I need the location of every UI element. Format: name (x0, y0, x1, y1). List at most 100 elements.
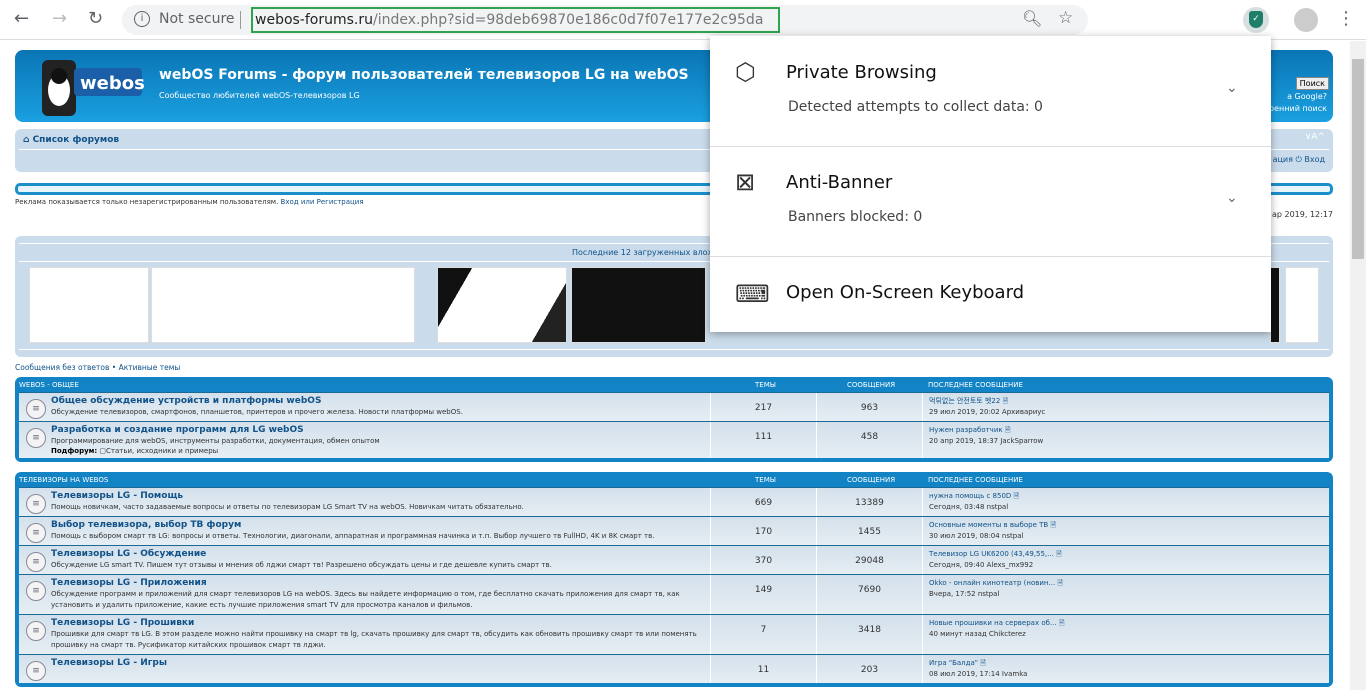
view-post-icon[interactable]: 🗎 (1050, 521, 1056, 529)
subforum-link[interactable]: Статьи, исходники и примеры (106, 447, 218, 455)
forum-row: ≡ Телевизоры LG - Приложения Обсуждение … (19, 574, 1329, 614)
view-post-icon[interactable]: 🗎 (1003, 397, 1009, 405)
last-post-meta: 30 июл 2019, 08:04 nstpal (929, 532, 1024, 540)
security-extension-button[interactable]: ✓ (1243, 7, 1269, 33)
keyboard-item[interactable]: ⌨ Open On-Screen Keyboard (710, 256, 1271, 332)
view-post-icon[interactable]: 🗎 (1057, 579, 1063, 587)
anti-banner-item[interactable]: ⊠ Anti-Banner Banners blocked: 0 ⌄ (710, 146, 1271, 256)
last-post-meta: 20 апр 2019, 18:37 JackSparrow (929, 437, 1044, 445)
login-link[interactable]: ация ⏻ Вход (1273, 155, 1325, 165)
last-post-link[interactable]: нужна помощь с 850D (929, 492, 1011, 500)
last-post-link[interactable]: Нужен разработчик (929, 426, 1003, 434)
forward-icon[interactable]: → (52, 8, 67, 29)
bookmark-star-icon[interactable]: ☆ (1058, 8, 1073, 28)
forum-title-link[interactable]: Разработка и создание программ для LG we… (51, 425, 710, 435)
forum-read-icon: ≡ (26, 581, 46, 601)
forum-row: ≡ Разработка и создание программ для LG … (19, 421, 1329, 458)
forum-read-icon: ≡ (26, 621, 46, 641)
address-bar[interactable]: i Not secure webos-forums.ru/index.php?s… (122, 5, 1088, 35)
google-search-checkbox[interactable]: а Google? (1287, 92, 1327, 101)
attachment-thumbnail[interactable] (29, 267, 149, 343)
forum-description: Помощь новичкам, часто задаваемые вопрос… (51, 503, 524, 511)
private-browsing-item[interactable]: ⬡ Private Browsing Detected attempts to … (710, 36, 1271, 146)
scrollbar-thumb[interactable] (1352, 59, 1364, 259)
forum-description: Программирование для webOS, инструменты … (51, 437, 380, 445)
not-secure-label[interactable]: Not secure (159, 11, 235, 27)
quick-links[interactable]: Сообщения без ответов • Активные темы (15, 363, 180, 372)
view-post-icon[interactable]: 🗎 (980, 659, 986, 667)
forum-title-link[interactable]: Телевизоры LG - Обсуждение (51, 549, 710, 559)
current-date: ар 2019, 12:17 (1271, 210, 1333, 219)
view-post-icon[interactable]: 🗎 (1014, 492, 1020, 500)
item-title: Anti-Banner (786, 172, 893, 193)
last-post-link[interactable]: Okko - онлайн кинотеатр (новин... (929, 579, 1055, 587)
attachment-thumbnail[interactable] (1270, 267, 1280, 343)
forum-description: Обсуждение программ и приложений для сма… (51, 590, 680, 609)
reload-icon[interactable]: ↻ (88, 8, 103, 29)
shield-icon: ✓ (1249, 11, 1263, 28)
view-post-icon[interactable]: 🗎 (1056, 550, 1062, 558)
last-post-meta: Сегодня, 09:40 Alexs_mx992 (929, 561, 1034, 569)
item-subtitle: Detected attempts to collect data: 0 (788, 99, 1043, 115)
view-post-icon[interactable]: 🗎 (1005, 426, 1011, 434)
topic-count: 170 (711, 517, 817, 545)
forum-description: Прошивки для смарт тв LG. В этом разделе… (51, 630, 697, 649)
extension-popup: ⬡ Private Browsing Detected attempts to … (710, 36, 1271, 332)
menu-icon[interactable]: ⋮ (1337, 8, 1355, 29)
post-count: 13389 (817, 488, 923, 516)
forum-category: ТЕЛЕВИЗОРЫ НА WEBOS ТЕМЫ СООБЩЕНИЯ ПОСЛЕ… (15, 472, 1333, 687)
chevron-down-icon[interactable]: ⌄ (1226, 190, 1238, 206)
ad-text: Реклама показывается только незарегистри… (15, 198, 279, 206)
back-icon[interactable]: ← (14, 8, 29, 29)
topic-count: 111 (711, 422, 817, 458)
scrollbar[interactable] (1350, 41, 1366, 690)
forum-title-link[interactable]: Телевизоры LG - Прошивки (51, 618, 710, 628)
item-title: Open On-Screen Keyboard (786, 282, 1025, 303)
search-button[interactable]: Поиск (1295, 77, 1329, 90)
post-count: 963 (817, 393, 923, 421)
attachment-thumbnail[interactable] (151, 267, 415, 343)
post-count: 458 (817, 422, 923, 458)
view-post-icon[interactable]: 🗎 (1059, 619, 1065, 627)
site-title[interactable]: webOS Forums - форум пользователей телев… (159, 67, 689, 83)
profile-avatar[interactable] (1294, 8, 1318, 32)
topic-count: 370 (711, 546, 817, 574)
forum-title-link[interactable]: Телевизоры LG - Помощь (51, 491, 710, 501)
site-subtitle: Сообщество любителей webOS-телевизоров L… (159, 91, 360, 100)
forum-read-icon: ≡ (26, 661, 46, 681)
font-size-toggle[interactable]: ∨A^ (1305, 132, 1325, 142)
post-count: 1455 (817, 517, 923, 545)
post-count: 7690 (817, 575, 923, 614)
url-path: /index.php?sid=98deb69870e186c0d7f07e177… (373, 12, 764, 28)
last-post-link[interactable]: 먹튀없는 안전토토 벳22 (929, 397, 1000, 405)
last-post-meta: 40 минут назад Chikcterez (929, 630, 1026, 638)
info-icon[interactable]: i (134, 11, 150, 27)
last-post-meta: 08 июл 2019, 17:14 Ivamka (929, 670, 1028, 678)
forum-title-link[interactable]: Общее обсуждение устройств и платформы w… (51, 396, 710, 406)
forum-row: ≡ Телевизоры LG - Помощь Помощь новичкам… (19, 487, 1329, 516)
topics-column-header: ТЕМЫ (755, 381, 776, 389)
forum-title-link[interactable]: Телевизоры LG - Приложения (51, 578, 710, 588)
last-post-link[interactable]: Основные моменты в выборе ТВ (929, 521, 1048, 529)
browser-toolbar: ← → ↻ i Not secure webos-forums.ru/index… (0, 0, 1366, 40)
forum-read-icon: ≡ (26, 552, 46, 572)
chevron-down-icon[interactable]: ⌄ (1226, 80, 1238, 96)
category-name[interactable]: ТЕЛЕВИЗОРЫ НА WEBOS (19, 476, 108, 484)
last-post-link[interactable]: Новые прошивки на серверах об... (929, 619, 1057, 627)
forum-title-link[interactable]: Телевизоры LG - Игры (51, 658, 710, 668)
advanced-search-link[interactable]: ренний поиск (1269, 104, 1327, 113)
forum-title-link[interactable]: Выбор телевизора, выбор ТВ форум (51, 520, 710, 530)
last-post-link[interactable]: Игра "Балда" (929, 659, 978, 667)
attachment-thumbnail[interactable] (1285, 267, 1319, 343)
login-register-link[interactable]: Вход или Регистрация (281, 198, 364, 206)
breadcrumb-forum-index[interactable]: ⌂ Список форумов (23, 135, 119, 145)
attachment-thumbnail[interactable] (571, 267, 706, 343)
zoom-icon[interactable]: 🔍︎ (1022, 9, 1042, 28)
last-post-link[interactable]: Телевизор LG UK6200 (43,49,55,... (929, 550, 1054, 558)
url-input[interactable]: webos-forums.ru/index.php?sid=98deb69870… (251, 7, 780, 33)
category-name[interactable]: WEBOS - ОБЩЕЕ (19, 381, 79, 389)
forum-read-icon: ≡ (26, 399, 46, 419)
site-logo[interactable]: webos (40, 58, 145, 120)
attachment-thumbnail[interactable] (437, 267, 567, 343)
forum-row: ≡ Выбор телевизора, выбор ТВ форум Помощ… (19, 516, 1329, 545)
